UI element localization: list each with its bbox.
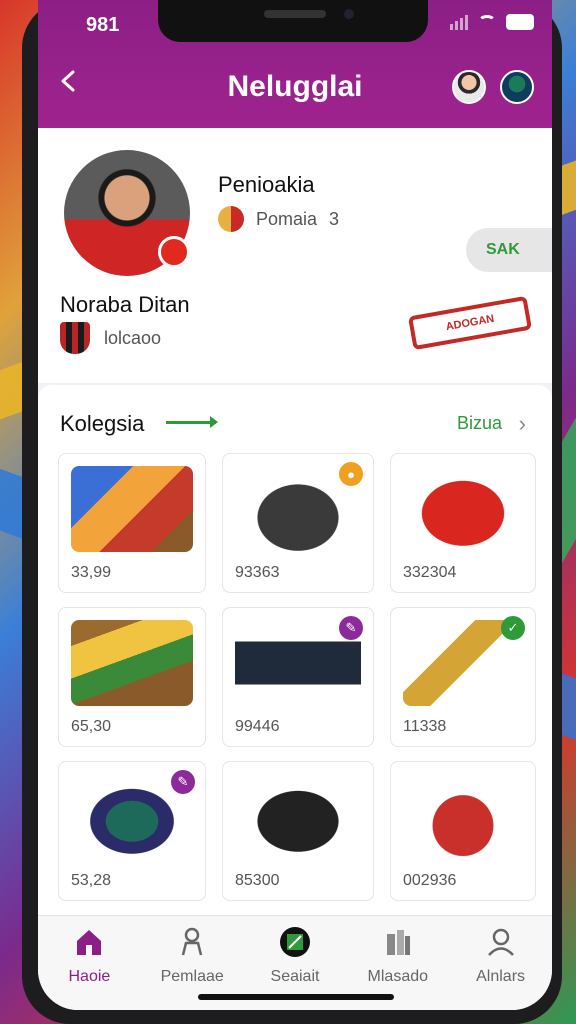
see-all-link[interactable]: Bizua: [457, 413, 502, 434]
account-avatar[interactable]: [500, 70, 534, 104]
sak-button[interactable]: SAK: [466, 228, 552, 272]
collection-section: Kolegsia Bizua › 33,99 ● 93363 332304 65…: [38, 385, 552, 915]
app-screen: 981 Nelugglai Penioakia Pomaia 3 Noraba …: [38, 0, 552, 1010]
wifi-icon: [478, 15, 496, 29]
collection-card[interactable]: ✎ 53,28: [58, 761, 206, 901]
camera-notch: [158, 0, 428, 42]
item-image: [71, 466, 193, 552]
sport-count: 3: [329, 208, 340, 229]
speaker-grille: [264, 10, 326, 18]
item-value: 53,28: [71, 872, 112, 889]
tab-label: Haoie: [68, 968, 111, 985]
pitch-icon: [279, 927, 310, 957]
club-crest-icon: [60, 322, 90, 354]
collection-card[interactable]: 33,99: [58, 453, 206, 593]
user-icon: [487, 928, 514, 956]
edit-badge-icon: ✎: [339, 616, 363, 640]
team-badge-icon: [158, 236, 190, 268]
item-image: [71, 620, 193, 706]
chevron-right-icon[interactable]: ›: [519, 411, 526, 437]
item-value: 33,99: [71, 564, 112, 581]
status-time: 981: [86, 14, 120, 36]
sport-label: Pomaia: [256, 208, 318, 229]
tab-label: Seaiait: [270, 968, 320, 985]
item-image: [403, 774, 523, 860]
home-indicator[interactable]: [198, 994, 394, 1000]
arrow-right-icon: [166, 416, 218, 428]
collection-card[interactable]: ✓ 11338: [390, 607, 536, 747]
ball-icon: [218, 206, 244, 232]
item-value: 002936: [403, 872, 457, 889]
battery-icon: [506, 14, 534, 30]
scarf-image: ADOGAN: [407, 295, 533, 351]
collection-card[interactable]: 65,30: [58, 607, 206, 747]
collection-grid: 33,99 ● 93363 332304 65,30 ✎ 99446 ✓ 113…: [58, 453, 536, 901]
username: Noraba Ditan: [60, 292, 190, 317]
figure-icon: [181, 927, 203, 956]
collection-card[interactable]: 332304: [390, 453, 536, 593]
profile-card: Penioakia Pomaia 3 Noraba Ditan lolcaoo …: [38, 128, 552, 383]
item-value: 65,30: [71, 718, 112, 735]
tab-label: Alnlars: [476, 968, 526, 985]
status-icons: [450, 14, 534, 30]
app-header: 981 Nelugglai: [38, 0, 552, 128]
profile-sport: Pomaia 3: [218, 206, 339, 232]
friend-avatar[interactable]: [452, 70, 486, 104]
tab-label: Mlasado: [367, 968, 429, 985]
tab-home[interactable]: Haoie: [38, 916, 141, 1010]
check-badge-icon: ✓: [501, 616, 525, 640]
front-camera: [344, 9, 354, 19]
item-image: [403, 466, 523, 552]
item-value: 11338: [403, 718, 447, 735]
tab-label: Pemlaae: [160, 968, 224, 985]
item-value: 99446: [235, 718, 280, 735]
tab-profile[interactable]: Alnlars: [449, 916, 552, 1010]
collection-card[interactable]: 85300: [222, 761, 374, 901]
edit-badge-icon: ✎: [171, 770, 195, 794]
club-row: lolcaoo: [60, 322, 161, 354]
profile-name: Penioakia: [218, 172, 315, 197]
collection-title: Kolegsia: [60, 411, 145, 436]
books-icon: [386, 930, 410, 955]
home-icon: [77, 930, 102, 955]
item-value: 332304: [403, 564, 457, 581]
collection-card[interactable]: ✎ 99446: [222, 607, 374, 747]
collection-card[interactable]: 002936: [390, 761, 536, 901]
item-value: 93363: [235, 564, 280, 581]
signal-icon: [450, 14, 468, 30]
item-value: 85300: [235, 872, 280, 889]
orange-badge-icon: ●: [339, 462, 363, 486]
club-name: lolcaoo: [104, 327, 162, 348]
collection-card[interactable]: ● 93363: [222, 453, 374, 593]
item-image: [235, 774, 361, 860]
